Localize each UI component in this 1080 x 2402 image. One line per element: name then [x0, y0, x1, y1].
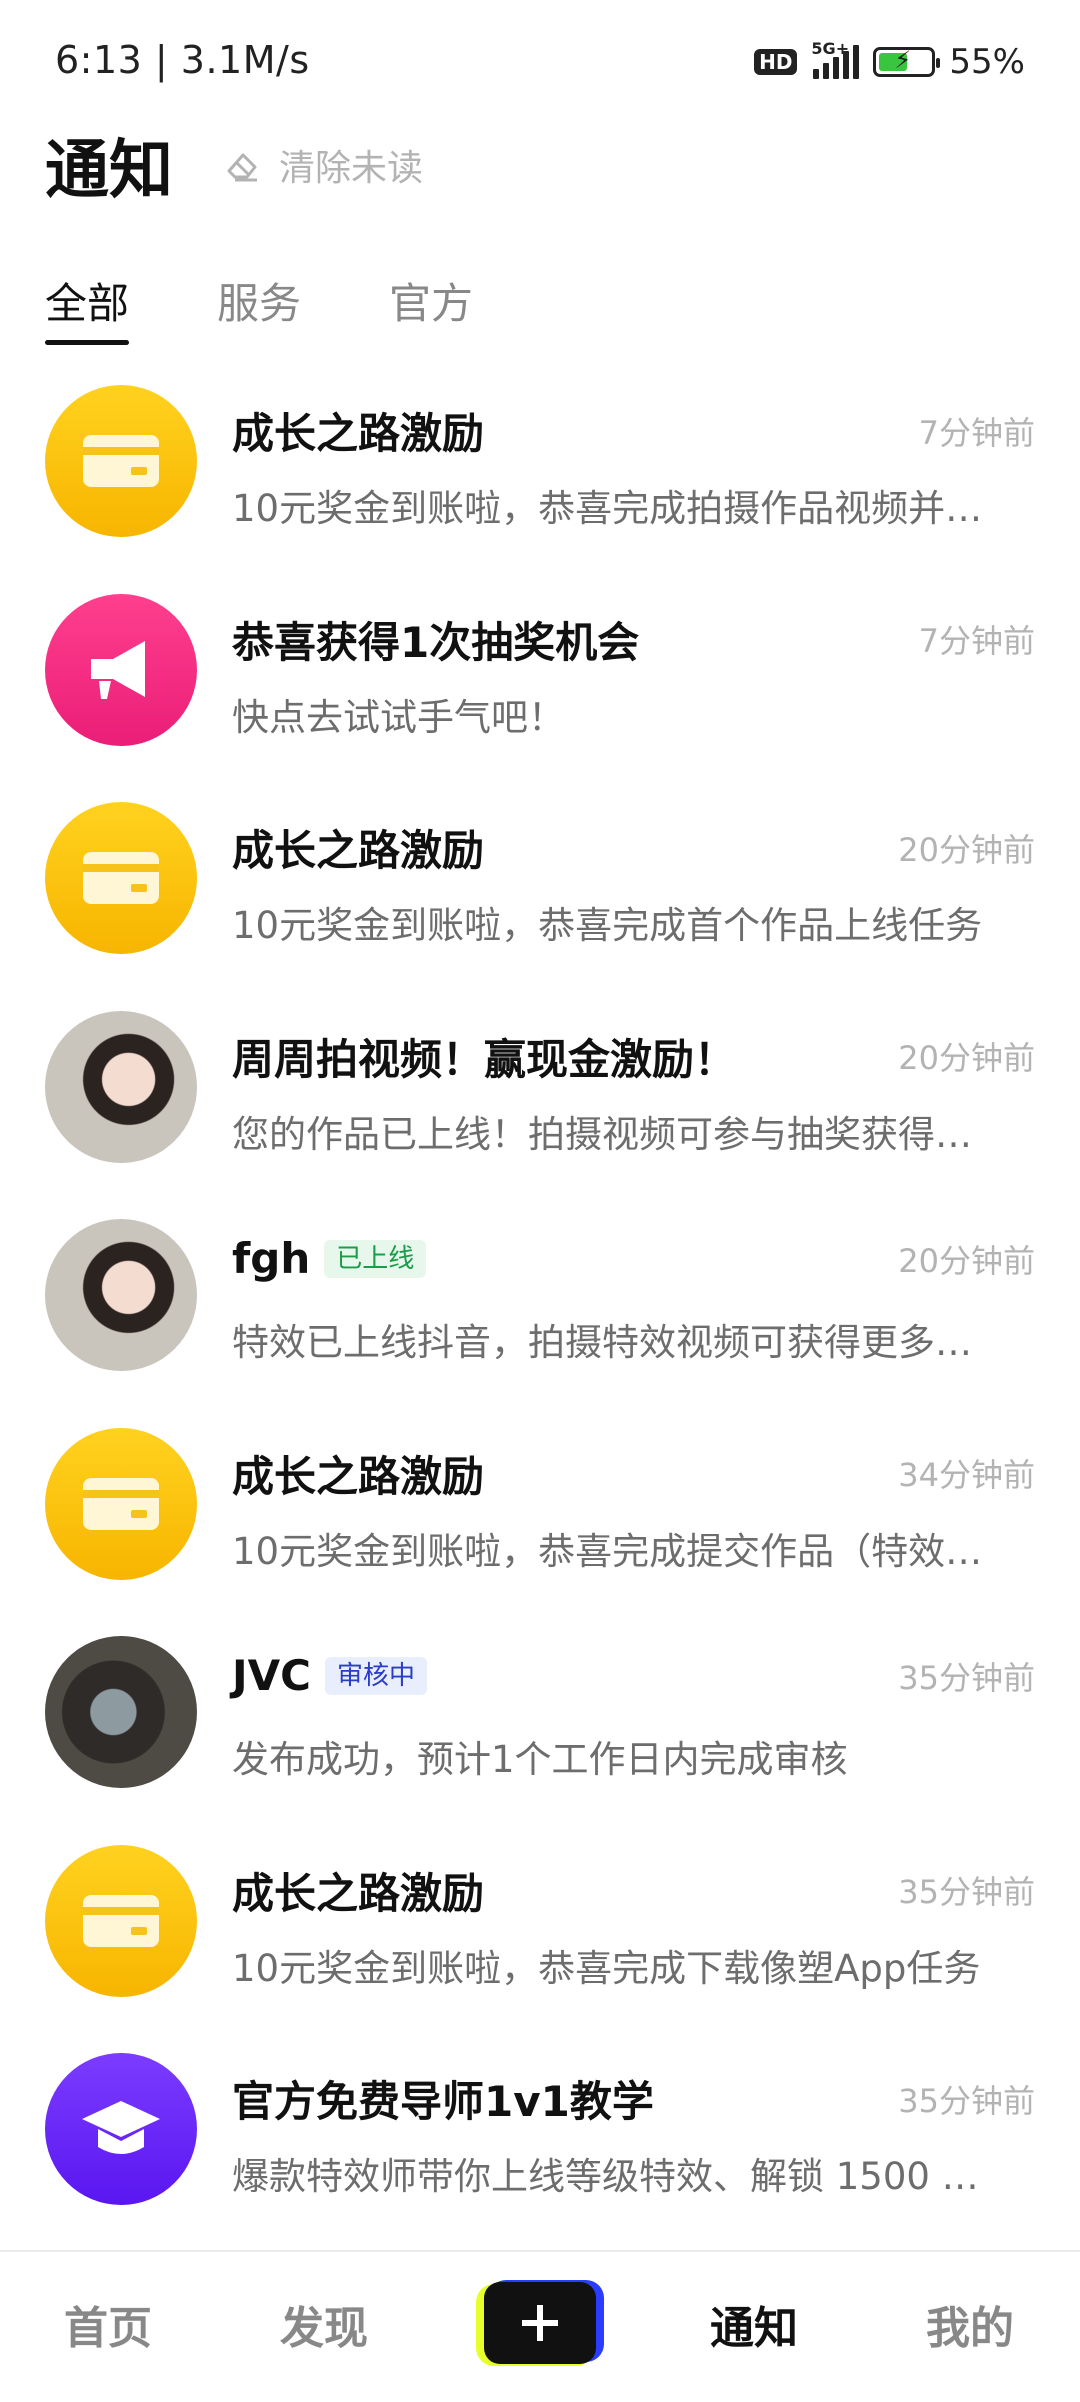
wallet-icon — [45, 802, 197, 954]
add-button[interactable] — [476, 2280, 604, 2366]
hd-icon: HD — [754, 49, 798, 75]
wallet-icon — [45, 1427, 197, 1580]
notification-text: 10元奖金到账啦，恭喜完成拍摄作品视频并… — [232, 487, 983, 530]
megaphone-icon — [45, 593, 197, 746]
notification-title: 成长之路激励 — [232, 826, 485, 875]
notification-time: 34分钟前 — [898, 1456, 1035, 1494]
notification-title: 成长之路激励 — [232, 1451, 485, 1501]
bottom-nav: 首页 发现 通知 我的 — [0, 2250, 1080, 2402]
nav-me[interactable]: 我的 — [926, 2292, 1014, 2356]
notification-title: 周周拍视频！赢现金激励！ — [232, 1034, 737, 1084]
notification-item[interactable]: JVC 审核中 35分钟前 发布成功，预计1个工作日内完成审核 — [0, 1631, 1080, 1840]
notification-text: 您的作品已上线！拍摄视频可参与抽奖获得… — [232, 1112, 972, 1156]
header: 通知 清除未读 — [45, 125, 423, 208]
status-icons: HD 5G+ ⚡ 55% — [754, 39, 1025, 84]
signal-icon: 5G+ — [811, 39, 860, 79]
network-type: 5G+ — [811, 39, 850, 58]
notification-item[interactable]: 成长之路激励 34分钟前 10元奖金到账啦，恭喜完成提交作品（特效… — [0, 1423, 1080, 1632]
user-avatar — [45, 1010, 197, 1163]
notification-item[interactable]: 周周拍视频！赢现金激励！ 20分钟前 您的作品已上线！拍摄视频可参与抽奖获得… — [0, 1006, 1080, 1215]
notification-time: 7分钟前 — [918, 413, 1035, 452]
clear-unread-label: 清除未读 — [279, 148, 424, 189]
nav-home[interactable]: 首页 — [64, 2292, 152, 2356]
notification-text: 发布成功，预计1个工作日内完成审核 — [232, 1738, 848, 1781]
nav-discover[interactable]: 发现 — [280, 2292, 368, 2356]
notification-title: fgh — [232, 1234, 311, 1283]
battery-level: 55% — [949, 42, 1025, 82]
notification-time: 20分钟前 — [898, 1241, 1035, 1280]
status-badge: 审核中 — [324, 1656, 427, 1695]
notification-text: 10元奖金到账啦，恭喜完成首个作品上线任务 — [232, 904, 983, 947]
graduation-cap-icon — [45, 2053, 197, 2205]
notification-time: 35分钟前 — [898, 2081, 1035, 2120]
notification-item[interactable]: 成长之路激励 20分钟前 10元奖金到账啦，恭喜完成首个作品上线任务 — [0, 797, 1080, 1006]
battery-icon: ⚡ — [873, 47, 941, 77]
tab-service[interactable]: 服务 — [217, 270, 301, 345]
notification-text: 10元奖金到账啦，恭喜完成提交作品（特效… — [232, 1529, 983, 1573]
notification-item[interactable]: 成长之路激励 7分钟前 10元奖金到账啦，恭喜完成拍摄作品视频并… — [0, 380, 1080, 589]
notification-item[interactable]: fgh 已上线 20分钟前 特效已上线抖音，拍摄特效视频可获得更多… — [0, 1214, 1080, 1423]
notification-text: 特效已上线抖音，拍摄特效视频可获得更多… — [232, 1321, 972, 1364]
notification-text: 爆款特效师带你上线等级特效、解锁 1500 … — [232, 2155, 979, 2198]
notification-item[interactable]: 成长之路激励 35分钟前 10元奖金到账啦，恭喜完成下载像塑App任务 — [0, 1840, 1080, 2049]
tab-all[interactable]: 全部 — [45, 270, 130, 345]
notification-list: 成长之路激励 7分钟前 10元奖金到账啦，恭喜完成拍摄作品视频并… 恭喜获得1次… — [0, 380, 1080, 2257]
notification-time: 35分钟前 — [898, 1658, 1035, 1697]
plus-icon — [522, 2305, 558, 2341]
notification-time: 20分钟前 — [898, 1039, 1035, 1077]
wallet-icon — [45, 1844, 197, 1997]
tab-official[interactable]: 官方 — [389, 270, 473, 345]
notification-text: 快点去试试手气吧！ — [232, 695, 565, 739]
status-badge: 已上线 — [324, 1239, 427, 1278]
wallet-icon — [45, 385, 197, 537]
notification-title: 恭喜获得1次抽奖机会 — [232, 617, 640, 667]
user-avatar — [45, 1219, 197, 1371]
notification-title: JVC — [232, 1651, 311, 1700]
notification-time: 35分钟前 — [898, 1873, 1035, 1911]
notification-item[interactable]: 官方免费导师1v1教学 35分钟前 爆款特效师带你上线等级特效、解锁 1500 … — [0, 2048, 1080, 2257]
status-bar: 6:13 | 3.1M/s HD 5G+ ⚡ 55% — [0, 0, 1080, 120]
notification-time: 7分钟前 — [918, 622, 1035, 660]
eraser-icon — [227, 153, 257, 182]
notification-title: 成长之路激励 — [232, 1868, 485, 1918]
notification-text: 10元奖金到账啦，恭喜完成下载像塑App任务 — [232, 1946, 981, 1990]
notification-item[interactable]: 恭喜获得1次抽奖机会 7分钟前 快点去试试手气吧！ — [0, 589, 1080, 798]
clear-unread-button[interactable]: 清除未读 — [223, 139, 423, 191]
user-avatar — [45, 1636, 197, 1788]
notification-time: 20分钟前 — [898, 830, 1035, 869]
nav-notifications[interactable]: 通知 — [710, 2292, 798, 2356]
notification-title: 成长之路激励 — [232, 409, 485, 458]
status-time-speed: 6:13 | 3.1M/s — [55, 38, 310, 82]
notification-title: 官方免费导师1v1教学 — [232, 2077, 654, 2126]
tab-bar: 全部 服务 官方 — [45, 270, 473, 345]
page-title: 通知 — [45, 134, 173, 208]
